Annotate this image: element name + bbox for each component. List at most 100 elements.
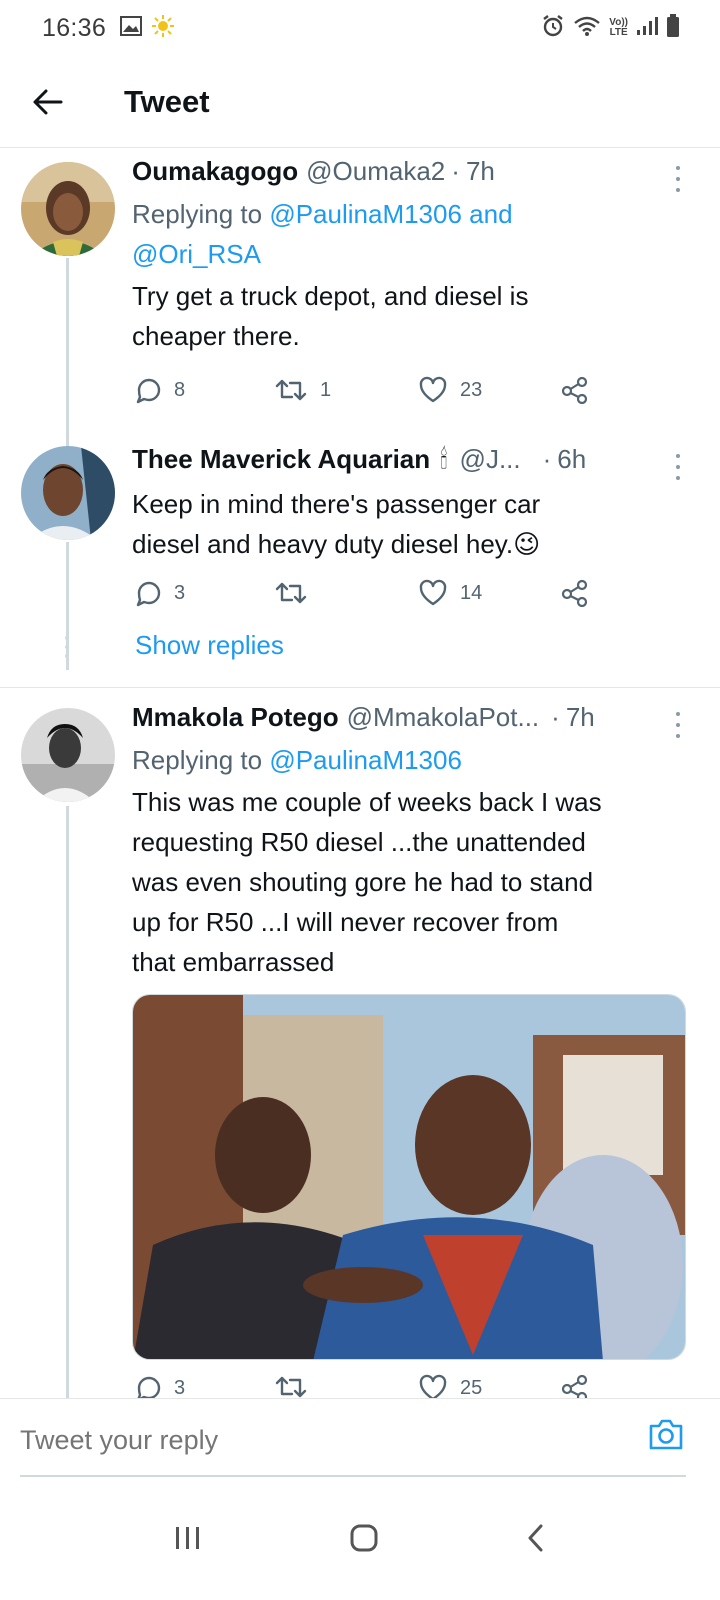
like-count: 23 bbox=[460, 378, 483, 401]
share-button[interactable] bbox=[560, 1374, 590, 1398]
avatar[interactable] bbox=[21, 162, 115, 256]
thread-line bbox=[66, 420, 69, 446]
reply-count: 8 bbox=[174, 378, 186, 401]
tweet-text: This was me couple of weeks back I was r… bbox=[132, 782, 690, 982]
retweet-icon bbox=[275, 1376, 307, 1398]
retweet-icon bbox=[275, 379, 307, 401]
like-count: 14 bbox=[460, 581, 483, 604]
show-replies-link[interactable]: Show replies bbox=[135, 630, 284, 661]
like-count: 25 bbox=[460, 1376, 483, 1399]
signal-icon bbox=[636, 16, 658, 41]
heart-icon bbox=[419, 579, 447, 606]
more-options-icon[interactable] bbox=[666, 450, 690, 484]
mention-link[interactable]: @PaulinaM1306 and bbox=[269, 199, 512, 229]
system-nav-bar bbox=[0, 1480, 720, 1600]
heart-icon bbox=[419, 376, 447, 403]
author-name[interactable]: Oumakagogo bbox=[132, 156, 298, 187]
status-bar: 16:36 Vo)) LTE bbox=[0, 0, 720, 56]
reply-button[interactable]: 3 bbox=[134, 579, 185, 607]
share-icon bbox=[561, 376, 588, 404]
like-button[interactable]: 23 bbox=[418, 376, 482, 404]
status-time: 16:36 bbox=[42, 13, 107, 42]
author-handle[interactable]: @MmakolaPot... bbox=[347, 702, 540, 733]
reply-composer bbox=[0, 1398, 720, 1478]
avatar[interactable] bbox=[21, 708, 115, 802]
thread-dots bbox=[65, 636, 70, 658]
candle-emoji: 🕯 bbox=[440, 444, 448, 474]
tweet-text-line: Keep in mind there's passenger car bbox=[132, 489, 541, 519]
camera-button[interactable] bbox=[648, 1417, 684, 1456]
tweet[interactable]: Thee Maverick Aquarian 🕯 @J... · 6h Keep… bbox=[0, 420, 720, 685]
arrow-left-icon bbox=[33, 89, 63, 114]
camera-icon bbox=[649, 1419, 683, 1450]
more-options-icon[interactable] bbox=[666, 708, 690, 742]
tweet-text-line: up for R50 ...I will never recover from bbox=[132, 907, 559, 937]
author-handle[interactable]: @J... bbox=[460, 444, 521, 475]
heart-icon bbox=[419, 1374, 447, 1398]
recents-icon bbox=[175, 1526, 199, 1549]
home-button[interactable] bbox=[349, 1523, 379, 1558]
top-app-bar: Tweet bbox=[0, 56, 720, 148]
reply-underline bbox=[20, 1475, 686, 1477]
tweet-photo[interactable] bbox=[132, 994, 686, 1360]
gallery-icon bbox=[120, 15, 143, 41]
tweet[interactable]: Mmakola Potego @MmakolaPot... · 7h Reply… bbox=[0, 700, 720, 1398]
volte-indicator: Vo)) LTE bbox=[609, 18, 628, 38]
separator-dot: · bbox=[451, 156, 460, 186]
reply-button[interactable]: 8 bbox=[134, 376, 185, 404]
tweet-time[interactable]: 6h bbox=[557, 444, 586, 475]
replying-prefix: Replying to bbox=[132, 199, 263, 229]
chevron-left-icon bbox=[528, 1524, 543, 1551]
back-button[interactable] bbox=[0, 56, 124, 148]
divider bbox=[0, 687, 720, 688]
mention-link[interactable]: @Ori_RSA bbox=[132, 239, 261, 269]
home-icon bbox=[350, 1524, 378, 1551]
author-handle[interactable]: @Oumaka2 bbox=[306, 156, 445, 187]
tweet-time[interactable]: 7h bbox=[466, 156, 495, 187]
avatar[interactable] bbox=[21, 446, 115, 540]
tweet[interactable]: Oumakagogo @Oumaka2 · 7h Replying to @Pa… bbox=[0, 150, 720, 420]
tweet-text-line: that embarrassed bbox=[132, 947, 335, 977]
tweet-text-line: This was me couple of weeks back I was bbox=[132, 787, 602, 817]
tweet-text: Try get a truck depot, and diesel is che… bbox=[132, 276, 690, 356]
share-icon bbox=[561, 579, 588, 607]
reply-icon bbox=[137, 1376, 161, 1398]
share-button[interactable] bbox=[560, 579, 590, 607]
tweet-text-line: was even shouting gore he had to stand bbox=[132, 867, 594, 897]
share-icon bbox=[561, 1374, 588, 1398]
thread-line bbox=[66, 806, 69, 1398]
tweet-text-line: diesel and heavy duty diesel hey. bbox=[132, 529, 514, 559]
reply-button[interactable]: 3 bbox=[134, 1374, 185, 1398]
tweet-time[interactable]: 7h bbox=[566, 702, 595, 733]
tweet-text-line: Try get a truck depot, and diesel is bbox=[132, 281, 529, 311]
like-button[interactable]: 14 bbox=[418, 579, 482, 607]
reply-icon bbox=[136, 581, 161, 607]
battery-icon bbox=[666, 13, 680, 43]
mention-link[interactable]: @PaulinaM1306 bbox=[269, 745, 462, 775]
wifi-icon bbox=[573, 14, 601, 43]
retweet-button[interactable] bbox=[274, 580, 320, 606]
reply-count: 3 bbox=[174, 581, 186, 604]
share-button[interactable] bbox=[560, 376, 590, 404]
wink-emoji: 😉 bbox=[513, 529, 541, 559]
like-button[interactable]: 25 bbox=[418, 1374, 482, 1398]
retweet-button[interactable]: 1 bbox=[274, 377, 331, 403]
back-nav-button[interactable] bbox=[526, 1523, 546, 1558]
tweet-text-line: cheaper there. bbox=[132, 321, 300, 351]
more-options-icon[interactable] bbox=[666, 162, 690, 196]
retweet-icon bbox=[275, 582, 307, 604]
reply-count: 3 bbox=[174, 1376, 186, 1399]
author-name[interactable]: Thee Maverick Aquarian bbox=[132, 444, 430, 475]
alarm-icon bbox=[541, 14, 565, 43]
retweet-count: 1 bbox=[320, 378, 332, 401]
separator-dot: · bbox=[551, 702, 560, 732]
separator-dot: · bbox=[542, 444, 552, 474]
replying-to: Replying to @PaulinaM1306 and @Ori_RSA bbox=[132, 194, 690, 274]
recents-button[interactable] bbox=[174, 1525, 202, 1556]
author-name[interactable]: Mmakola Potego bbox=[132, 702, 339, 733]
page-title: Tweet bbox=[124, 83, 210, 119]
retweet-button[interactable] bbox=[274, 1374, 308, 1398]
replying-to: Replying to @PaulinaM1306 bbox=[132, 740, 690, 780]
reply-input[interactable] bbox=[20, 1425, 580, 1456]
tweet-text-line: requesting R50 diesel ...the unattended bbox=[132, 827, 586, 857]
